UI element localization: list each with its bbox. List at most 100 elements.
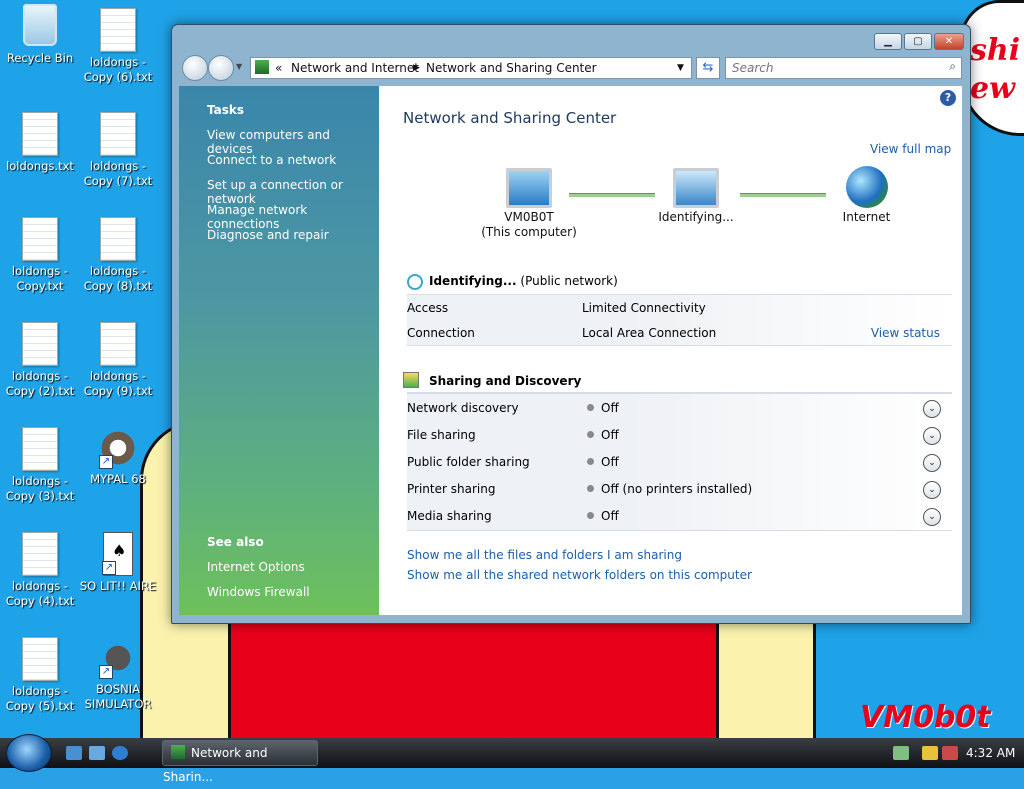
volume-muted-icon[interactable] <box>942 746 958 760</box>
start-button[interactable] <box>6 734 52 772</box>
task-setup-connection[interactable]: Set up a connection or network <box>207 178 379 206</box>
warning-tray-icon[interactable] <box>922 746 938 760</box>
show-desktop-icon[interactable] <box>66 746 82 760</box>
network-computers-icon <box>673 168 719 208</box>
breadcrumb-separator-icon: ▶ <box>413 63 420 73</box>
task-manage-connections[interactable]: Manage network connections <box>207 203 379 231</box>
desktop-file-icon[interactable]: loldongs - Copy (4).txt <box>0 532 80 609</box>
status-dot-icon <box>587 431 594 438</box>
desktop-file-icon[interactable]: loldongs - Copy (2).txt <box>0 322 80 399</box>
watermark: VM0b0t <box>860 700 991 735</box>
identifying-spinner-icon <box>407 274 423 290</box>
internet-explorer-icon[interactable] <box>112 746 128 760</box>
search-box: ⌕ <box>725 57 962 79</box>
sharing-row-value: Off <box>601 509 619 523</box>
icon-label: loldongs.txt <box>6 159 74 173</box>
desktop-file-icon[interactable]: loldongs - Copy (7).txt <box>78 112 158 189</box>
close-button[interactable]: ✕ <box>934 33 964 50</box>
expand-chevron-icon[interactable]: ⌄ <box>923 427 941 445</box>
desktop-file-icon[interactable]: loldongs.txt <box>0 112 80 174</box>
clock[interactable]: 4:32 AM <box>966 738 1015 768</box>
status-dot-icon <box>587 512 594 519</box>
shortcut-arrow-icon: ↗ <box>99 455 113 469</box>
refresh-button[interactable]: ⇆ <box>696 57 720 79</box>
minimize-button[interactable]: ▁ <box>874 33 902 50</box>
network-sharing-window: ▁ ▢ ✕ ▼ « Network and Internet ▶ Network… <box>171 24 971 624</box>
network-node[interactable]: Identifying... <box>651 168 741 225</box>
task-view-computers[interactable]: View computers and devices <box>207 128 379 156</box>
expand-chevron-icon[interactable]: ⌄ <box>923 454 941 472</box>
maximize-button[interactable]: ▢ <box>904 33 932 50</box>
recycle-bin-picture <box>23 4 57 46</box>
view-status-link[interactable]: View status <box>871 326 940 340</box>
breadcrumb-overflow[interactable]: « <box>275 61 282 75</box>
recycle-bin-icon[interactable]: Recycle Bin <box>0 4 80 66</box>
network-node-label: Identifying... <box>658 210 734 224</box>
shortcut-arrow-icon: ↗ <box>102 561 116 575</box>
tasks-header: Tasks <box>207 103 245 117</box>
status-dot-icon <box>587 458 594 465</box>
sharing-row-status: Off <box>587 509 619 523</box>
icon-label: loldongs - Copy (6).txt <box>83 55 153 84</box>
icon-label: loldongs - Copy.txt <box>11 264 69 293</box>
speech-bubble-text: shi ew <box>970 33 1021 106</box>
page-title: Network and Sharing Center <box>403 109 617 127</box>
see-also-windows-firewall[interactable]: Windows Firewall <box>207 585 310 599</box>
search-input[interactable] <box>730 58 934 78</box>
minesweeper-shortcut-icon[interactable]: ↗ BOSNIA SIMULATOR <box>78 637 158 712</box>
address-dropdown-icon[interactable]: ▼ <box>677 63 684 73</box>
sharing-row: Media sharing Off ⌄ <box>407 508 952 526</box>
breadcrumb-network-internet[interactable]: Network and Internet <box>291 61 419 75</box>
shortcut-arrow-icon: ↗ <box>99 665 113 679</box>
desktop-file-icon[interactable]: loldongs - Copy (6).txt <box>78 8 158 85</box>
icon-label: loldongs - Copy (3).txt <box>5 474 75 503</box>
network-header: Identifying... (Public network) <box>429 274 618 288</box>
sharing-row: Public folder sharing Off ⌄ <box>407 454 952 472</box>
sharing-row-label: Public folder sharing <box>407 455 530 469</box>
internet-node[interactable]: Internet <box>829 166 904 225</box>
show-shared-folders-link[interactable]: Show me all the shared network folders o… <box>407 568 752 582</box>
taskbar-network-sharing[interactable]: Network and Sharin... <box>162 740 318 784</box>
sharing-row-value: Off <box>601 428 619 442</box>
computer-node[interactable]: VM0B0T (This computer) <box>479 168 579 240</box>
address-bar[interactable]: « Network and Internet ▶ Network and Sha… <box>250 57 692 79</box>
expand-chevron-icon[interactable]: ⌄ <box>923 481 941 499</box>
desktop-file-icon[interactable]: loldongs - Copy.txt <box>0 217 80 294</box>
raccoon-icon: ↗ <box>99 427 135 469</box>
back-button[interactable] <box>182 55 208 81</box>
switch-windows-icon[interactable] <box>89 746 105 760</box>
search-icon[interactable]: ⌕ <box>949 59 956 74</box>
view-full-map-link[interactable]: View full map <box>870 142 951 156</box>
help-icon[interactable]: ? <box>940 90 956 106</box>
desktop-file-icon[interactable]: loldongs - Copy (5).txt <box>0 637 80 714</box>
see-also-internet-options[interactable]: Internet Options <box>207 560 305 574</box>
network-tray-icon[interactable] <box>893 746 909 760</box>
icon-label: Recycle Bin <box>6 51 74 65</box>
desktop-file-icon[interactable]: loldongs - Copy (8).txt <box>78 217 158 294</box>
show-shared-files-link[interactable]: Show me all the files and folders I am s… <box>407 548 682 562</box>
computer-sub: (This computer) <box>481 225 577 239</box>
desktop-file-icon[interactable]: loldongs - Copy (3).txt <box>0 427 80 504</box>
window-content: Tasks View computers and devices Connect… <box>179 86 962 615</box>
expand-chevron-icon[interactable]: ⌄ <box>923 508 941 526</box>
history-dropdown-icon[interactable]: ▼ <box>236 62 242 71</box>
task-connect-network[interactable]: Connect to a network <box>207 153 336 167</box>
taskbar: Network and Sharin... 4:32 AM <box>0 734 1024 784</box>
icon-label: loldongs - Copy (7).txt <box>83 159 153 188</box>
mypal-shortcut-icon[interactable]: ↗ MYPAL 68 <box>78 427 158 487</box>
sharing-icon <box>403 372 419 388</box>
forward-button[interactable] <box>208 55 234 81</box>
window-controls: ▁ ▢ ✕ <box>874 33 964 50</box>
icon-label: loldongs - Copy (8).txt <box>83 264 153 293</box>
text-file-icon <box>100 322 136 366</box>
icon-label: loldongs - Copy (9).txt <box>83 369 153 398</box>
mine-icon: ↗ <box>99 637 135 679</box>
solitaire-shortcut-icon[interactable]: ♠ ↗ SO LIT!! AIRE <box>78 532 158 594</box>
breadcrumb-network-sharing[interactable]: Network and Sharing Center <box>426 61 597 75</box>
network-icon <box>171 745 185 759</box>
task-diagnose-repair[interactable]: Diagnose and repair <box>207 228 329 242</box>
expand-chevron-icon[interactable]: ⌄ <box>923 400 941 418</box>
desktop-file-icon[interactable]: loldongs - Copy (9).txt <box>78 322 158 399</box>
connection-value: Local Area Connection <box>582 326 717 340</box>
sharing-row-value: Off (no printers installed) <box>601 482 753 496</box>
